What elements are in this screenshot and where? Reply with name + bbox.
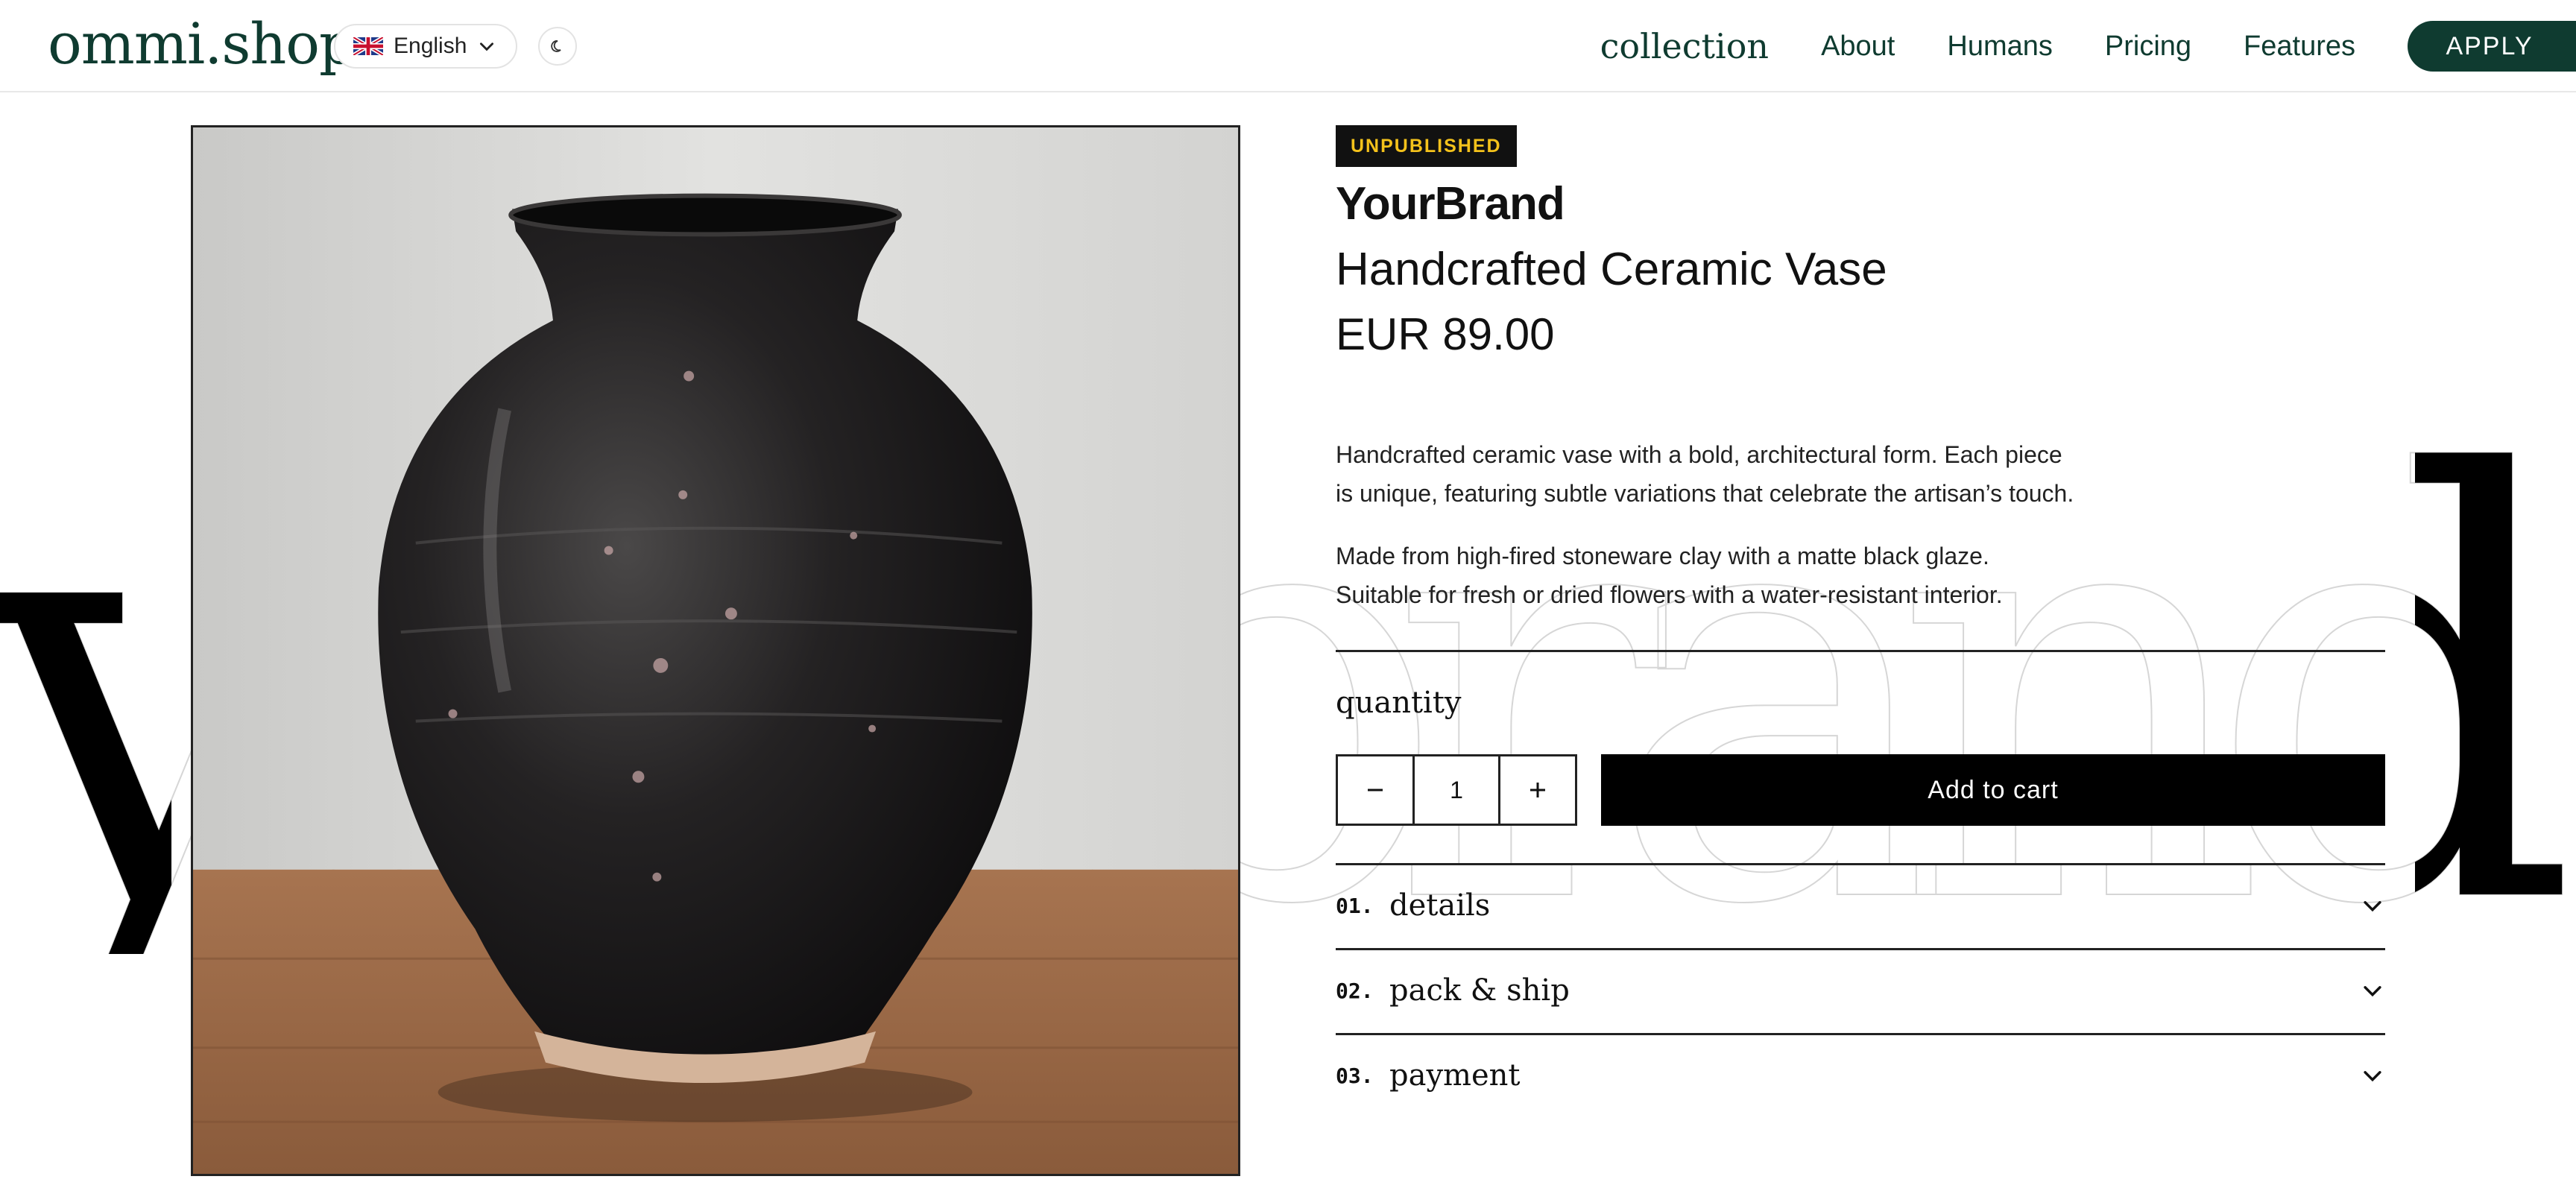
product-brand: YourBrand (1336, 178, 1565, 230)
quantity-input[interactable]: 1 (1412, 756, 1500, 824)
quantity-label: quantity (1336, 686, 1462, 720)
description-line: Made from high-fired stoneware clay with… (1336, 543, 1989, 569)
accordion-payment[interactable]: 03. payment (1336, 1034, 2385, 1116)
language-label: English (394, 34, 467, 58)
chevron-down-icon (480, 42, 494, 51)
quantity-stepper: 1 (1336, 754, 1577, 826)
accordion-label: details (1389, 888, 1491, 923)
nav-features[interactable]: Features (2244, 31, 2355, 63)
plus-icon (1530, 783, 1545, 797)
accordion-details[interactable]: 01. details (1336, 865, 2385, 947)
minus-icon (1368, 789, 1383, 792)
add-to-cart-button[interactable]: Add to cart (1601, 754, 2385, 826)
decrease-quantity-button[interactable] (1338, 756, 1412, 824)
description-line: Handcrafted ceramic vase with a bold, ar… (1336, 441, 2062, 468)
description-line: Suitable for fresh or dried flowers with… (1336, 581, 2003, 608)
nav-collection[interactable]: collection (1600, 26, 1769, 66)
chevron-down-icon (2364, 901, 2381, 912)
chevron-down-icon (2364, 986, 2381, 997)
product-description-1: Handcrafted ceramic vase with a bold, ar… (1336, 435, 2156, 513)
product-title: Handcrafted Ceramic Vase (1336, 244, 1887, 295)
uk-flag-icon (353, 37, 383, 55)
accordion-pack-ship[interactable]: 02. pack & ship (1336, 950, 2385, 1031)
nav-pricing[interactable]: Pricing (2105, 31, 2191, 63)
wordmark-solid-right: yourbrand (2415, 417, 2576, 954)
divider (1336, 650, 2385, 652)
accordion-label: payment (1389, 1058, 1521, 1093)
accordion-number: 02. (1336, 978, 1374, 1003)
nav-about[interactable]: About (1821, 31, 1895, 63)
site-logo[interactable]: ommi.shop (48, 10, 356, 77)
language-selector[interactable]: English (334, 24, 517, 69)
theme-toggle-button[interactable] (538, 27, 577, 66)
wordmark-right-accent: yourbrand (2415, 417, 2576, 954)
accordion-number: 01. (1336, 893, 1374, 918)
product-description-2: Made from high-fired stoneware clay with… (1336, 537, 2156, 614)
status-badge: UNPUBLISHED (1336, 125, 1517, 167)
vase-illustration (193, 127, 1238, 1174)
nav-humans[interactable]: Humans (1947, 31, 2053, 63)
product-image (191, 125, 1240, 1176)
increase-quantity-button[interactable] (1500, 756, 1575, 824)
site-header: ommi.shop English collection About Human… (0, 0, 2576, 92)
product-price: EUR 89.00 (1336, 309, 1555, 359)
main-nav: collection About Humans Pricing Features… (1600, 0, 2576, 92)
accordion-label: pack & ship (1389, 973, 1570, 1008)
accordion-number: 03. (1336, 1063, 1374, 1088)
description-line: is unique, featuring subtle variations t… (1336, 480, 2074, 507)
moon-icon (551, 40, 561, 52)
chevron-down-icon (2364, 1071, 2381, 1082)
apply-button[interactable]: APPLY (2408, 21, 2576, 72)
